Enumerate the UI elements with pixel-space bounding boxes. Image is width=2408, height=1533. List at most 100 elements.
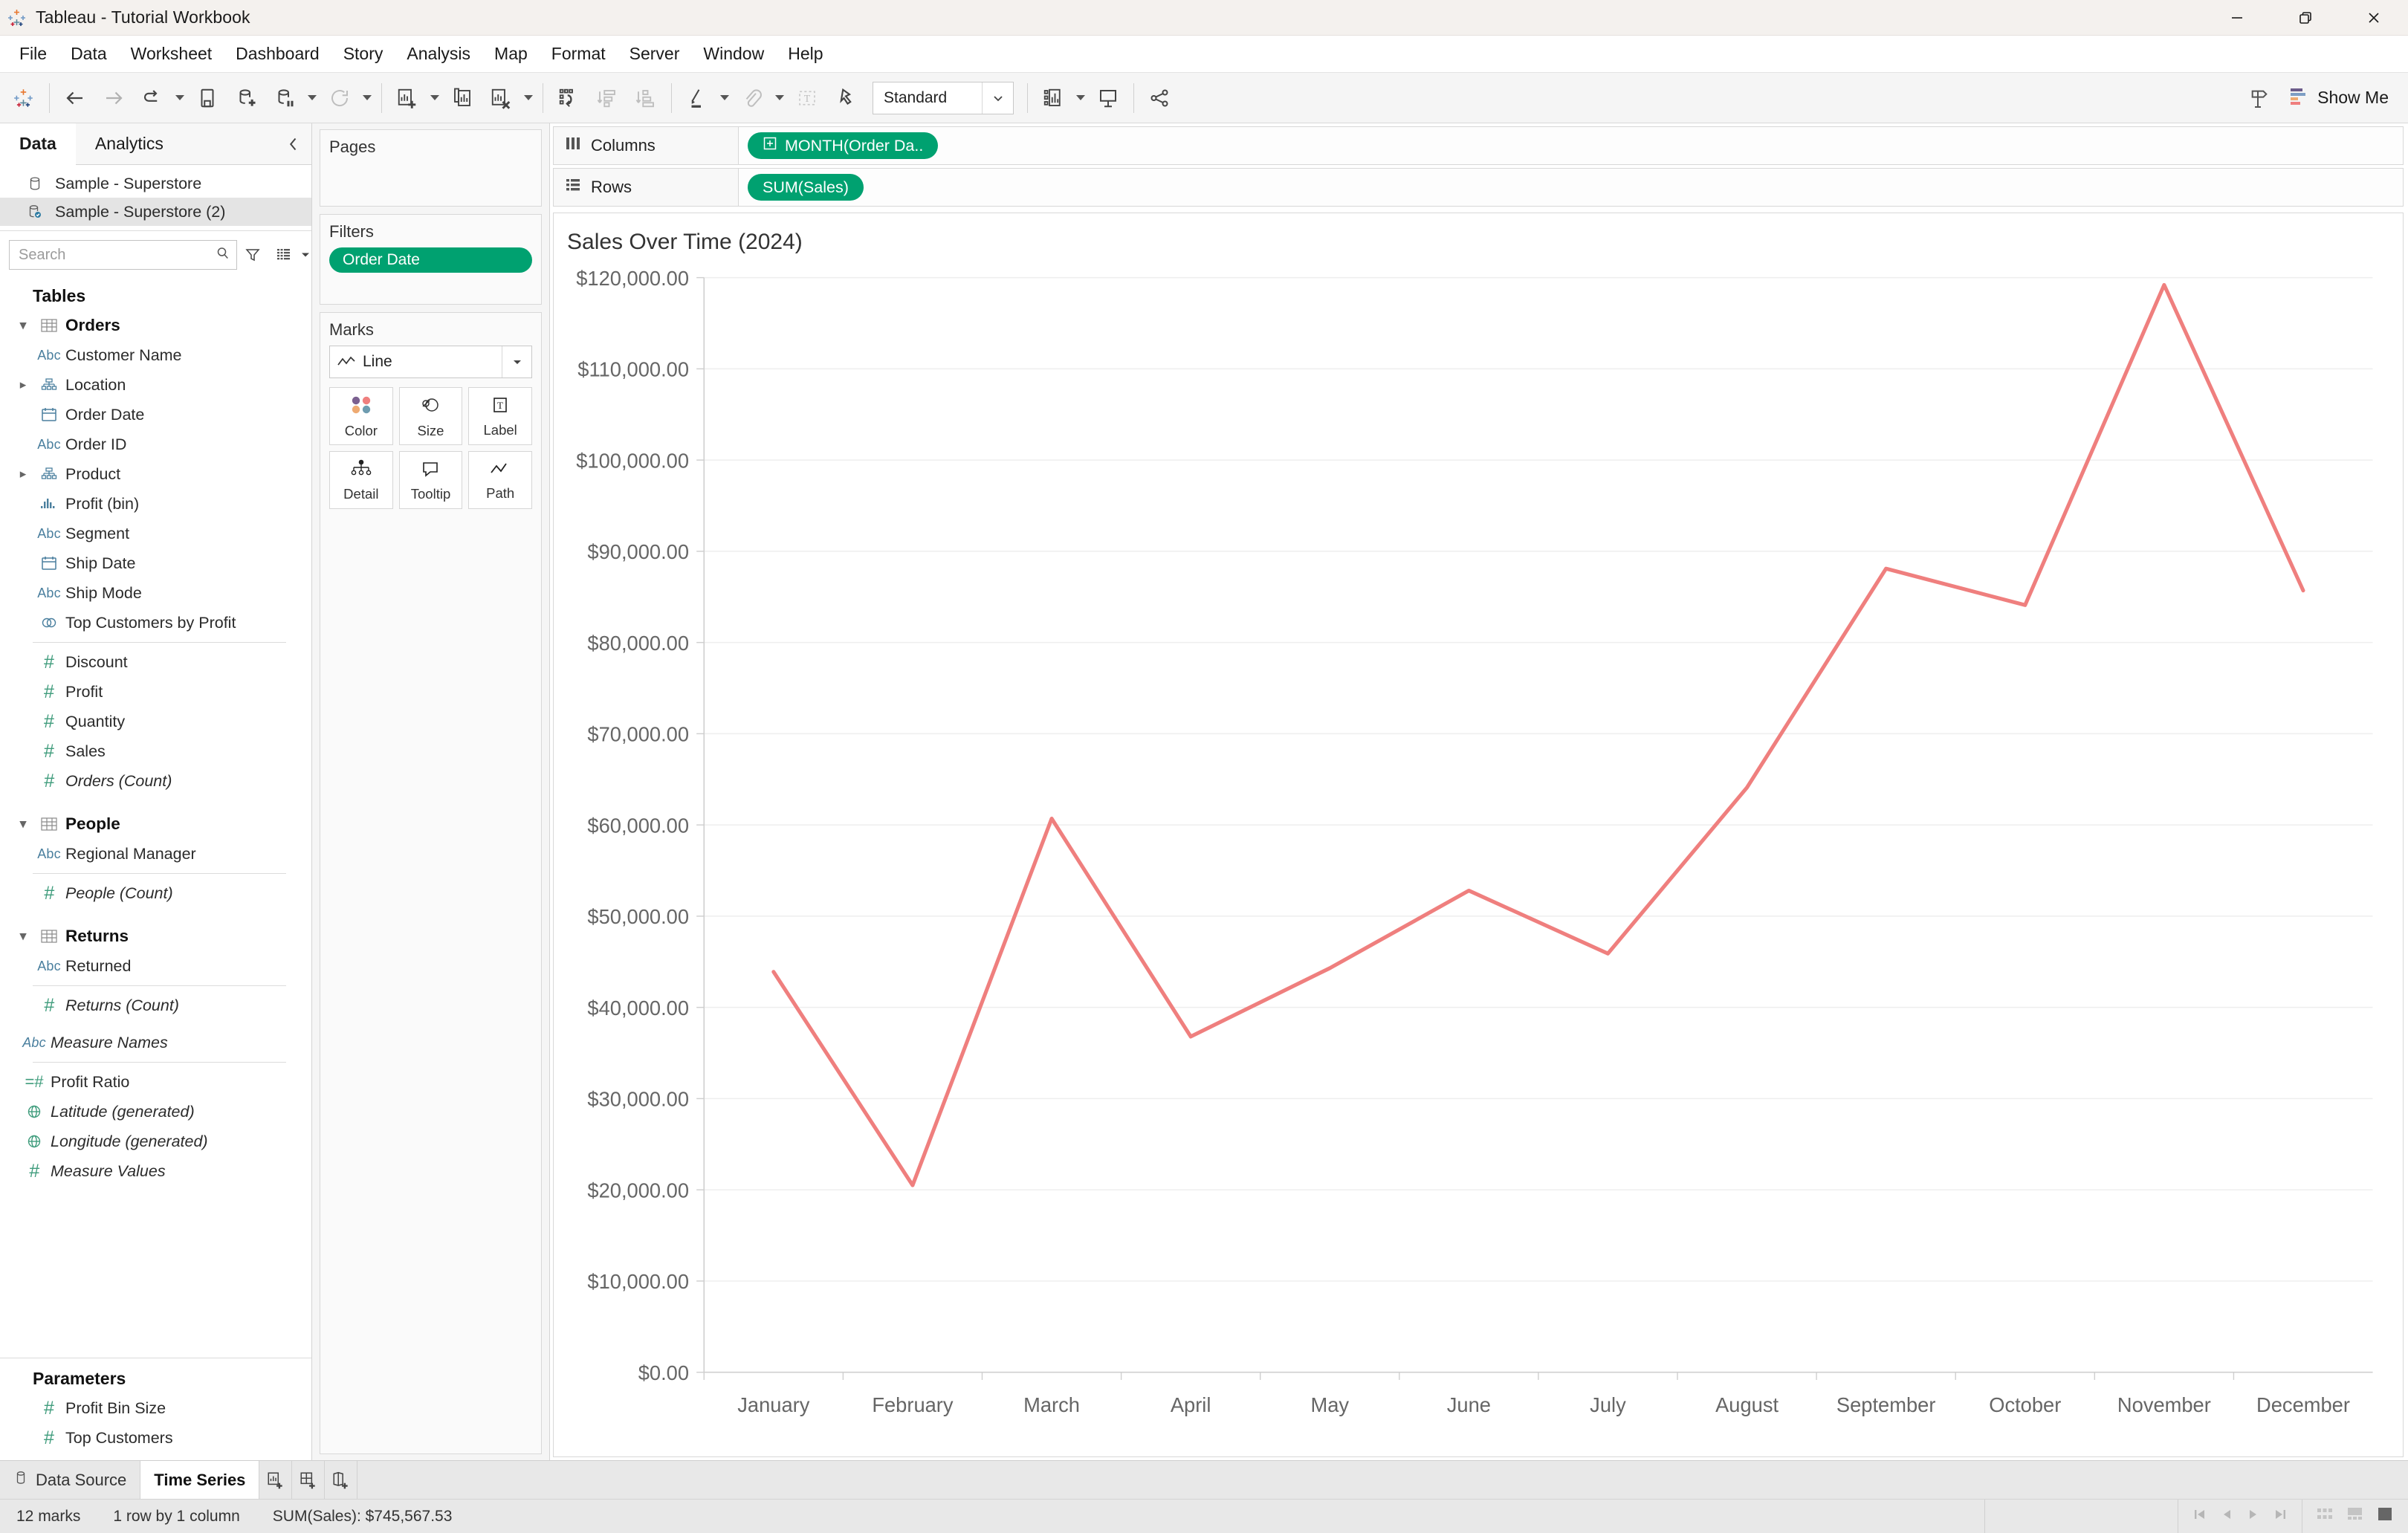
chevron-down-icon[interactable]: ▾ — [13, 817, 33, 832]
first-page-icon[interactable] — [2192, 1506, 2208, 1527]
field-row-quantity[interactable]: # Quantity — [0, 707, 311, 736]
rows-shelf-drop[interactable]: SUM(Sales) — [739, 168, 2404, 207]
field-row-measure-values[interactable]: # Measure Values — [0, 1156, 311, 1186]
marks-card[interactable]: Marks Line Color Size T Label Detail Too… — [320, 312, 542, 1454]
field-row-ship-mode[interactable]: Abc Ship Mode — [0, 578, 311, 608]
chevron-down-icon[interactable]: ▾ — [13, 929, 33, 944]
chevron-down-icon[interactable] — [502, 346, 531, 377]
field-row-sales[interactable]: # Sales — [0, 736, 311, 766]
parameter-row-profit-bin-size[interactable]: # Profit Bin Size — [0, 1393, 311, 1423]
marks-size-button[interactable]: Size — [398, 387, 463, 445]
grid-view-icon[interactable] — [2316, 1506, 2335, 1527]
field-row-people-count[interactable]: # People (Count) — [0, 878, 311, 908]
tableau-home-icon[interactable] — [4, 79, 43, 117]
field-row-ship-date[interactable]: Ship Date — [0, 548, 311, 578]
group-caret-icon[interactable] — [771, 79, 788, 117]
last-page-icon[interactable] — [2272, 1506, 2288, 1527]
line-chart-svg[interactable]: $0.00 $10,000.00 $20,000.00 $30,000.00 $40,0… — [554, 262, 2403, 1456]
pages-card[interactable]: Pages — [320, 129, 542, 207]
pill-sum-sales[interactable]: SUM(Sales) — [748, 174, 864, 201]
pause-caret-icon[interactable] — [304, 79, 320, 117]
fit-axis-caret-icon[interactable] — [1072, 79, 1089, 117]
undo-icon[interactable] — [133, 79, 172, 117]
field-row-returned[interactable]: Abc Returned — [0, 951, 311, 981]
search-box[interactable] — [9, 240, 237, 270]
swap-axes-icon[interactable] — [549, 79, 588, 117]
next-page-icon[interactable] — [2245, 1506, 2262, 1527]
menu-story[interactable]: Story — [331, 39, 395, 68]
field-row-orders[interactable]: ▾ Orders — [0, 311, 311, 340]
new-dashboard-icon[interactable] — [292, 1461, 326, 1499]
highlight-icon[interactable] — [678, 79, 716, 117]
field-row-product[interactable]: ▸ Product — [0, 459, 311, 489]
menu-dashboard[interactable]: Dashboard — [224, 39, 331, 68]
clear-sheet-icon[interactable] — [482, 79, 520, 117]
marks-label-button[interactable]: T Label — [468, 387, 532, 445]
menu-map[interactable]: Map — [482, 39, 540, 68]
show-labels-icon[interactable]: T — [788, 79, 826, 117]
field-row-orders-count[interactable]: # Orders (Count) — [0, 766, 311, 796]
menu-worksheet[interactable]: Worksheet — [119, 39, 224, 68]
chevron-right-icon[interactable]: ▸ — [13, 377, 33, 392]
field-row-returns-count[interactable]: # Returns (Count) — [0, 991, 311, 1020]
single-view-icon[interactable] — [2375, 1506, 2395, 1527]
field-row-people[interactable]: ▾ People — [0, 809, 311, 839]
marks-color-button[interactable]: Color — [329, 387, 393, 445]
field-row-location[interactable]: ▸ Location — [0, 370, 311, 400]
field-row-segment[interactable]: Abc Segment — [0, 519, 311, 548]
field-row-latitude[interactable]: Latitude (generated) — [0, 1097, 311, 1127]
new-worksheet-caret-icon[interactable] — [427, 79, 443, 117]
data-source-item-selected[interactable]: Sample - Superstore (2) — [0, 198, 311, 226]
field-row-discount[interactable]: # Discount — [0, 647, 311, 677]
plot-area[interactable]: $0.00 $10,000.00 $20,000.00 $30,000.00 $40,0… — [554, 262, 2403, 1456]
refresh-caret-icon[interactable] — [359, 79, 375, 117]
previous-page-icon[interactable] — [2218, 1506, 2235, 1527]
sort-ascending-icon[interactable] — [588, 79, 627, 117]
filter-funnel-icon[interactable] — [245, 241, 261, 269]
add-data-source-icon[interactable] — [227, 79, 265, 117]
chevron-down-icon[interactable]: ▾ — [13, 318, 33, 333]
marks-detail-button[interactable]: Detail — [329, 451, 393, 509]
new-worksheet-icon[interactable] — [388, 79, 427, 117]
list-view-icon[interactable] — [276, 241, 292, 269]
field-row-regional-manager[interactable]: Abc Regional Manager — [0, 839, 311, 869]
forward-arrow-icon[interactable] — [94, 79, 133, 117]
search-input[interactable] — [19, 246, 216, 264]
marks-path-button[interactable]: Path — [468, 451, 532, 509]
filters-card[interactable]: Filters Order Date — [320, 214, 542, 305]
menu-server[interactable]: Server — [618, 39, 692, 68]
field-row-longitude[interactable]: Longitude (generated) — [0, 1127, 311, 1156]
field-row-returns[interactable]: ▾ Returns — [0, 921, 311, 951]
menu-data[interactable]: Data — [59, 39, 119, 68]
menu-file[interactable]: File — [7, 39, 59, 68]
restore-icon[interactable] — [2271, 0, 2340, 36]
showme-signpost-icon[interactable] — [2240, 79, 2279, 117]
field-row-measure-names[interactable]: Abc Measure Names — [0, 1028, 311, 1057]
field-row-profit-ratio[interactable]: =# Profit Ratio — [0, 1067, 311, 1097]
highlight-caret-icon[interactable] — [716, 79, 733, 117]
field-row-profit[interactable]: # Profit — [0, 677, 311, 707]
presentation-mode-icon[interactable] — [1089, 79, 1127, 117]
duplicate-sheet-icon[interactable] — [443, 79, 482, 117]
fix-axes-icon[interactable] — [826, 79, 865, 117]
chevron-down-icon[interactable] — [300, 241, 311, 269]
group-members-icon[interactable] — [733, 79, 771, 117]
show-me-button[interactable]: Show Me — [2279, 80, 2404, 116]
sales-line-series[interactable] — [771, 282, 2305, 1187]
menu-help[interactable]: Help — [776, 39, 835, 68]
chevron-right-icon[interactable]: ▸ — [13, 467, 33, 482]
filter-pill-order-date[interactable]: Order Date — [329, 247, 532, 273]
menu-analysis[interactable]: Analysis — [395, 39, 482, 68]
tab-time-series[interactable]: Time Series — [140, 1461, 260, 1499]
chevron-left-icon[interactable] — [276, 123, 311, 164]
pill-month-order-date[interactable]: MONTH(Order Da.. — [748, 132, 939, 159]
sort-descending-icon[interactable] — [627, 79, 665, 117]
menu-window[interactable]: Window — [691, 39, 776, 68]
mark-type-dropdown[interactable]: Line — [329, 346, 532, 378]
field-row-order-date[interactable]: Order Date — [0, 400, 311, 430]
fit-axis-icon[interactable] — [1034, 79, 1072, 117]
close-icon[interactable] — [2340, 0, 2408, 36]
plus-box-icon[interactable] — [763, 136, 777, 155]
share-icon[interactable] — [1140, 79, 1179, 117]
undo-caret-icon[interactable] — [172, 79, 188, 117]
